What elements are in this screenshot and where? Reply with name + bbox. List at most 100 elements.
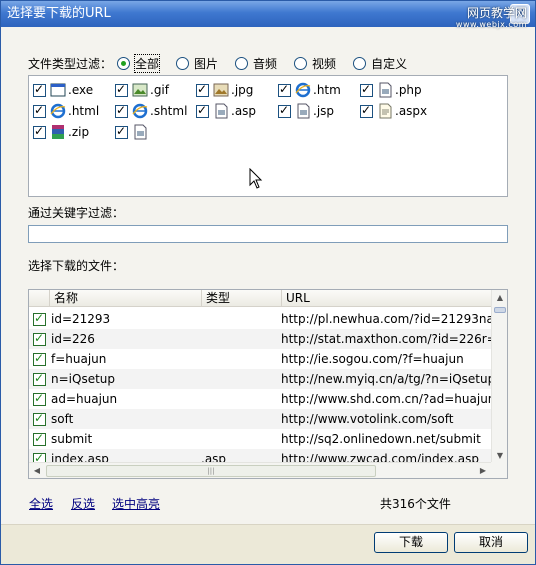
download-button[interactable]: 下载 (374, 532, 448, 553)
select-all-link[interactable]: 全选 (29, 495, 53, 512)
scroll-left-icon[interactable]: ◀ (29, 463, 45, 478)
radio-button[interactable] (176, 57, 190, 70)
vertical-scrollbar[interactable]: ▲ ▼ (491, 290, 507, 464)
table-row[interactable]: id=226 http://stat.maxthon.com/?id=226r=… (29, 329, 491, 349)
keyword-input[interactable] (28, 225, 508, 243)
type-checkbox[interactable] (33, 82, 46, 97)
type-checkbox[interactable] (360, 82, 373, 97)
text-file-icon (379, 103, 392, 119)
radio-button[interactable] (294, 57, 308, 70)
type-item-htm[interactable]: .htm (278, 81, 341, 99)
type-item-jsp[interactable]: .jsp (278, 102, 334, 120)
radio-label: 全部 (133, 54, 161, 73)
column-header-type[interactable]: 类型 (201, 290, 281, 307)
horizontal-scroll-thumb[interactable]: ||| (46, 465, 376, 477)
row-name: id=226 (51, 332, 95, 346)
file-list-label: 选择下载的文件： (28, 259, 125, 273)
type-label: .html (68, 104, 100, 118)
radio-label: 图片 (194, 57, 219, 71)
row-checkbox[interactable] (33, 391, 46, 406)
row-type (201, 309, 279, 329)
invert-selection-link[interactable]: 反选 (71, 495, 95, 512)
row-url: http://www.votolink.com/soft (281, 412, 454, 426)
row-checkbox[interactable] (33, 371, 46, 386)
row-type (201, 329, 279, 349)
radio-video[interactable]: 视频 (294, 55, 336, 72)
type-checkbox[interactable] (196, 103, 209, 118)
table-row[interactable]: submit http://sq2.onlinedown.net/submit (29, 429, 491, 449)
type-checkbox[interactable] (33, 124, 46, 139)
row-url: http://ie.sogou.com/?f=huajun (281, 352, 464, 366)
scroll-corner (491, 462, 507, 478)
radio-button[interactable] (235, 57, 249, 70)
row-checkbox[interactable] (33, 431, 46, 446)
row-name: soft (51, 412, 74, 426)
table-row[interactable]: ad=huajun http://www.shd.com.cn/?ad=huaj… (29, 389, 491, 409)
type-item-jpg[interactable]: .jpg (196, 81, 253, 99)
row-url: http://new.myiq.cn/a/tg/?n=iQsetupc1=386 (281, 372, 491, 386)
table-row[interactable]: soft http://www.votolink.com/soft (29, 409, 491, 429)
type-checkbox[interactable] (196, 82, 209, 97)
row-checkbox[interactable] (33, 351, 46, 366)
row-name: submit (51, 432, 93, 446)
row-type (201, 349, 279, 369)
type-item-zip[interactable]: .zip (33, 123, 89, 141)
type-checkbox[interactable] (115, 124, 128, 139)
row-checkbox[interactable] (33, 311, 46, 326)
file-count: 共316个文件 (380, 497, 451, 511)
type-item-gif[interactable]: .gif (115, 81, 169, 99)
table-row[interactable]: n=iQsetup http://new.myiq.cn/a/tg/?n=iQs… (29, 369, 491, 389)
radio-audio[interactable]: 音频 (235, 55, 277, 72)
type-label: .htm (313, 83, 341, 97)
row-checkbox[interactable] (33, 331, 46, 346)
radio-all[interactable]: 全部 (117, 54, 161, 73)
archive-icon (52, 125, 64, 139)
vertical-scroll-thumb[interactable] (494, 307, 506, 313)
scroll-up-icon[interactable]: ▲ (492, 290, 507, 306)
column-header-url[interactable]: URL (281, 290, 491, 307)
type-checkbox[interactable] (115, 103, 128, 118)
type-checkbox[interactable] (278, 103, 291, 118)
type-checkbox[interactable] (115, 82, 128, 97)
row-url: http://www.shd.com.cn/?ad=huajun (281, 392, 491, 406)
type-item-shtml[interactable]: .shtml (115, 102, 187, 120)
type-item-aspx[interactable]: .aspx (360, 102, 427, 120)
row-url: http://pl.newhua.com/?id=21293name=Moz (281, 312, 491, 326)
type-checkbox[interactable] (278, 82, 291, 97)
row-name: id=21293 (51, 312, 111, 326)
type-item-php[interactable]: .php (360, 81, 422, 99)
type-label: .php (395, 83, 422, 97)
column-header-name[interactable]: 名称 (49, 290, 201, 307)
type-item-exe[interactable]: .exe (33, 81, 93, 99)
row-url: http://stat.maxthon.com/?id=226r=http://… (281, 332, 491, 346)
radio-label: 音频 (253, 57, 278, 71)
type-filter-label: 文件类型过滤： (28, 57, 113, 71)
window-title: 选择要下载的URL (7, 6, 111, 21)
highlight-selected-link[interactable]: 选中高亮 (112, 495, 160, 512)
type-checkbox[interactable] (360, 103, 373, 118)
ie-page-icon (295, 82, 311, 98)
type-item-html[interactable]: .html (33, 102, 99, 120)
row-checkbox[interactable] (33, 411, 46, 426)
scroll-right-icon[interactable]: ▶ (475, 463, 491, 478)
table-row[interactable]: f=huajun http://ie.sogou.com/?f=huajun (29, 349, 491, 369)
type-label: .gif (150, 83, 169, 97)
radio-button[interactable] (353, 57, 367, 70)
type-item-other[interactable] (115, 123, 150, 141)
file-type-list: .exe .gif .jpg .htm .php .html (28, 75, 508, 197)
table-row[interactable]: id=21293 http://pl.newhua.com/?id=21293n… (29, 309, 491, 329)
radio-custom[interactable]: 自定义 (353, 55, 407, 72)
radio-images[interactable]: 图片 (176, 55, 218, 72)
radio-label: 视频 (312, 57, 337, 71)
watermark-line2: www.webjx.com (455, 20, 527, 29)
watermark-line1: 网页教学网 (466, 6, 527, 20)
download-url-dialog: 选择要下载的URL × 网页教学网 www.webjx.com 文件类型过滤： … (0, 0, 536, 565)
type-checkbox[interactable] (33, 103, 46, 118)
type-item-asp[interactable]: .asp (196, 102, 256, 120)
title-bar[interactable]: 选择要下载的URL (1, 1, 535, 27)
horizontal-scrollbar[interactable]: ◀ ||| ▶ (29, 462, 491, 478)
type-label: .zip (68, 125, 90, 139)
cancel-button[interactable]: 取消 (454, 532, 528, 553)
radio-button[interactable] (117, 57, 130, 70)
dialog-footer: 下载 取消 (1, 524, 535, 564)
